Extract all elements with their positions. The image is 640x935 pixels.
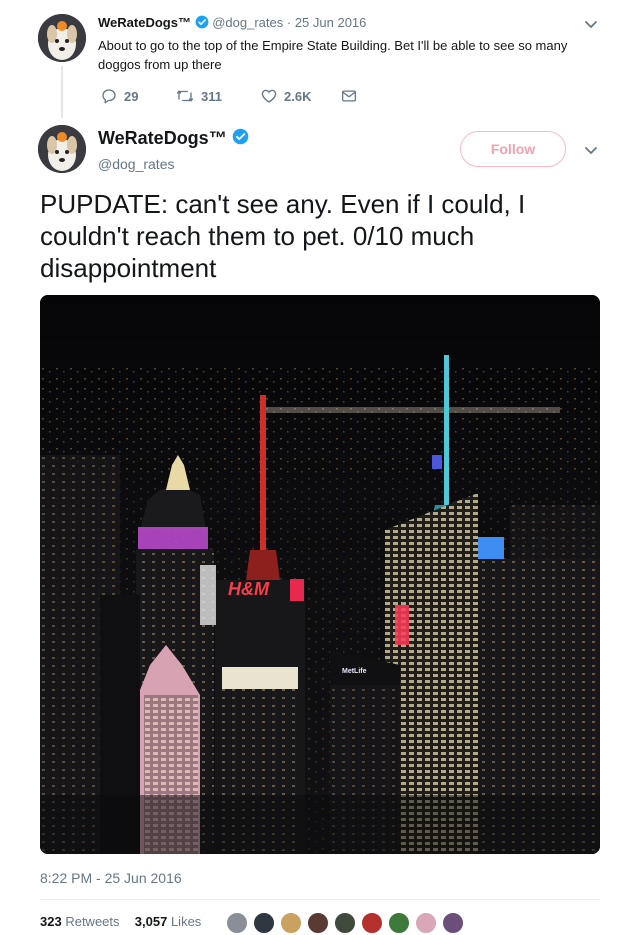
avatar[interactable]	[38, 14, 86, 62]
like-button[interactable]: 2.6K	[260, 87, 311, 105]
retweets-label: Retweets	[65, 914, 120, 929]
liker-avatar[interactable]	[252, 911, 276, 935]
tweet-timestamp[interactable]: 8:22 PM - 25 Jun 2016	[40, 870, 182, 886]
verified-icon	[195, 15, 209, 32]
chevron-down-icon[interactable]	[583, 16, 599, 37]
hm-sign: H&M	[228, 579, 270, 599]
likes-stat[interactable]: 3,057 Likes	[135, 914, 202, 929]
retweet-total: 323	[40, 914, 62, 929]
display-name[interactable]: WeRateDogs™	[98, 128, 227, 148]
like-icon	[261, 89, 277, 103]
likes-label: Likes	[170, 914, 202, 929]
engagement-stats: 323 Retweets 3,057 Likes	[40, 914, 201, 929]
reply-icon	[102, 89, 116, 104]
liker-avatar[interactable]	[306, 911, 330, 935]
liker-avatar[interactable]	[333, 911, 357, 935]
like-total: 3,057	[134, 914, 168, 929]
retweets-stat[interactable]: 323 Retweets	[40, 914, 123, 929]
parent-tweet-actions: 29 311 2.6K	[100, 87, 400, 107]
retweet-icon	[176, 90, 194, 102]
parent-tweet-text: About to go to the top of the Empire Sta…	[98, 38, 568, 72]
main-tweet-author: WeRateDogs™ @dog_rates	[98, 128, 249, 172]
dm-icon	[341, 90, 357, 102]
likers-avatars	[225, 911, 485, 935]
chevron-down-icon[interactable]	[583, 142, 599, 163]
avatar[interactable]	[38, 125, 86, 173]
tweet-photo[interactable]: H&M MetLife	[40, 295, 600, 854]
dm-button[interactable]	[340, 87, 358, 105]
retweet-count: 311	[201, 88, 222, 104]
handle[interactable]: @dog_rates	[98, 156, 249, 172]
follow-button[interactable]: Follow	[460, 131, 566, 167]
reply-count: 29	[124, 88, 139, 104]
handle[interactable]: @dog_rates	[212, 15, 283, 30]
metlife-sign: MetLife	[342, 668, 367, 675]
divider	[40, 899, 600, 900]
verified-icon	[232, 128, 249, 150]
like-count: 2.6K	[284, 88, 312, 104]
display-name[interactable]: WeRateDogs™	[98, 15, 191, 30]
parent-tweet: WeRateDogs™ @dog_rates · 25 Jun 2016 Abo…	[0, 0, 640, 118]
tweet-date[interactable]: 25 Jun 2016	[295, 15, 367, 30]
parent-tweet-header: WeRateDogs™ @dog_rates · 25 Jun 2016	[98, 15, 366, 32]
liker-avatar[interactable]	[225, 911, 249, 935]
retweet-button[interactable]: 311	[175, 87, 222, 105]
liker-avatar[interactable]	[360, 911, 384, 935]
main-tweet-text: PUPDATE: can't see any. Even if I could,…	[40, 189, 526, 283]
liker-avatar[interactable]	[387, 911, 411, 935]
reply-button[interactable]: 29	[100, 87, 138, 105]
liker-avatar[interactable]	[441, 911, 465, 935]
liker-avatar[interactable]	[279, 911, 303, 935]
thread-connector	[61, 66, 63, 118]
liker-avatar[interactable]	[414, 911, 438, 935]
city-night-image: H&M MetLife	[40, 295, 600, 854]
separator-dot: ·	[286, 15, 292, 30]
